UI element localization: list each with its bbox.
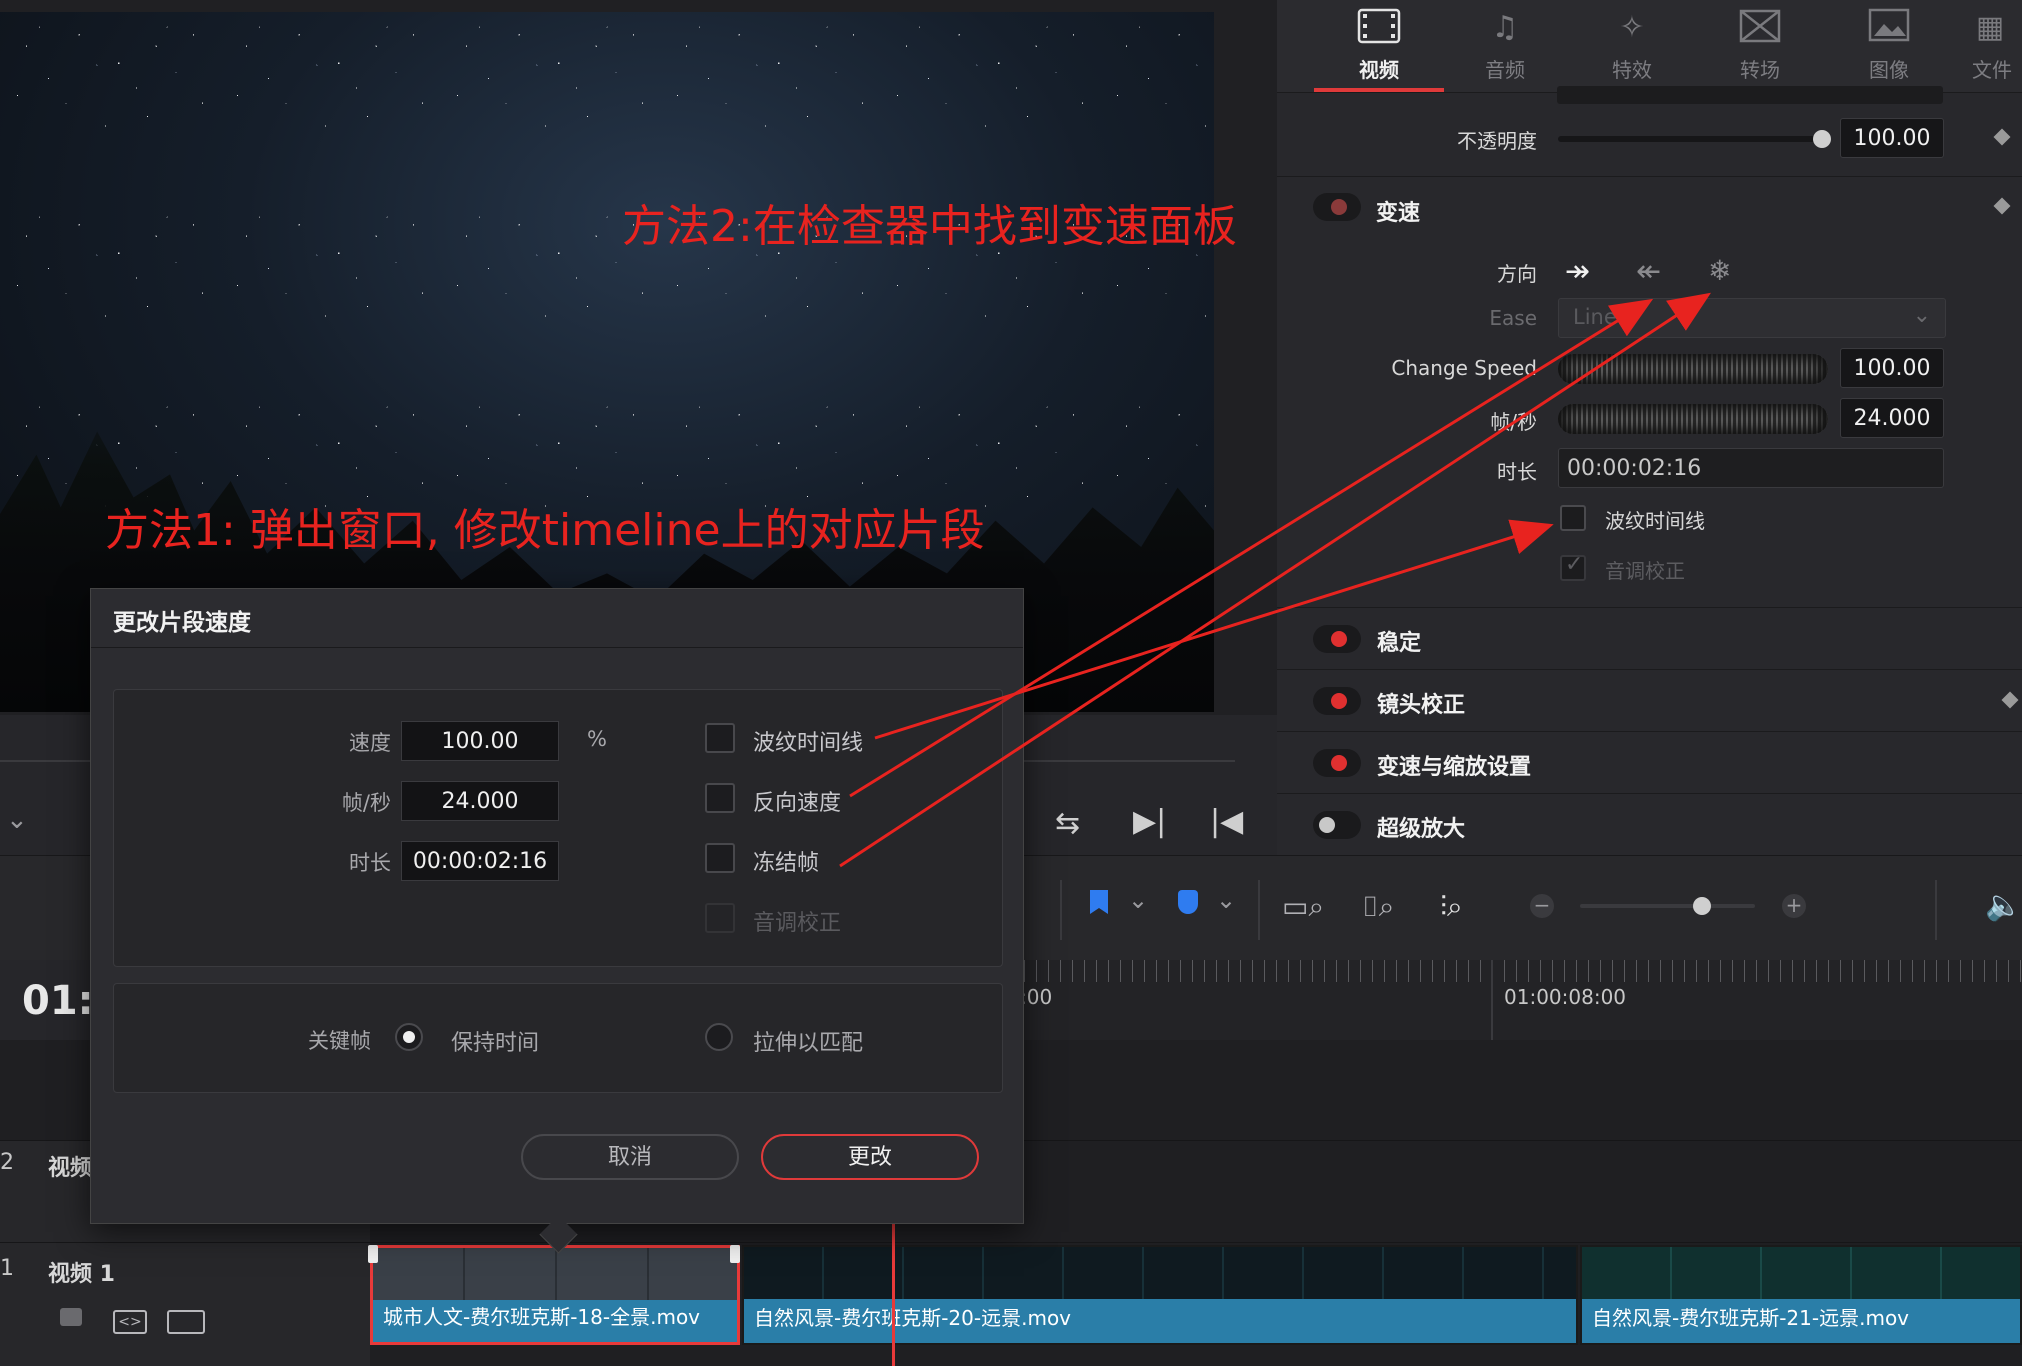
method2-annotation: 方法2:在检查器中找到变速面板 xyxy=(622,201,1237,252)
method1-annotation: 方法1: 弹出窗口, 修改timeline上的对应片段 xyxy=(105,505,985,556)
annotation-arrow-lines xyxy=(839,292,1712,868)
